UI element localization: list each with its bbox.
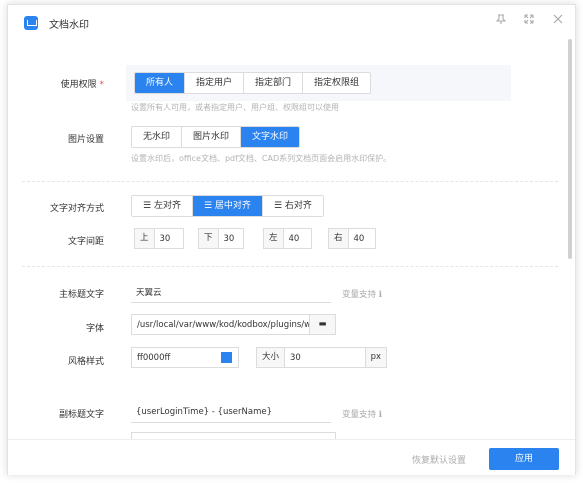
font-field[interactable]: /usr/local/var/www/kod/kodbox/plugins/wa… <box>131 314 336 335</box>
info-icon: ℹ <box>378 410 382 420</box>
align-left-option[interactable]: ☰ 左对齐 <box>132 196 193 216</box>
margin-top-field[interactable]: 上 30 <box>134 228 184 249</box>
main-title-input[interactable]: 天翼云 <box>131 282 331 303</box>
align-left-icon: ☰ <box>143 201 152 211</box>
align-right-option[interactable]: ☰ 右对齐 <box>262 196 323 216</box>
sub-title-variable-link[interactable]: 变量支持 ℹ <box>342 408 382 420</box>
sub-title-input[interactable]: {userLoginTime} - {userName} <box>131 402 331 423</box>
scrollbar[interactable] <box>568 39 572 259</box>
main-title-label: 主标题文字 <box>58 290 104 300</box>
main-title-variable-link[interactable]: 变量支持 ℹ <box>342 288 382 300</box>
image-option-none[interactable]: 无水印 <box>132 127 183 147</box>
align-center-option[interactable]: ☰ 居中对齐 <box>192 196 263 216</box>
watermark-dialog: 文档水印 使用权限 * 所有人 指定用户 指定部门 指定权限组 设置所有人可用，… <box>7 4 576 475</box>
folder-icon[interactable]: ▬ <box>309 315 335 334</box>
pin-icon[interactable] <box>494 12 508 26</box>
size-field[interactable]: 大小 30 px <box>256 347 387 368</box>
margin-left-field[interactable]: 左 40 <box>263 228 312 249</box>
image-setting-segment: 无水印 图片水印 文字水印 <box>131 126 301 148</box>
image-option-image[interactable]: 图片水印 <box>182 127 242 147</box>
margin-bottom-field[interactable]: 下 30 <box>198 228 244 249</box>
restore-defaults-button[interactable]: 恢复默认设置 <box>412 453 466 466</box>
color-swatch[interactable] <box>221 352 232 363</box>
permission-option-groups[interactable]: 指定权限组 <box>303 73 371 93</box>
style-label: 风格样式 <box>67 357 104 367</box>
section-divider <box>22 181 558 182</box>
text-align-label: 文字对齐方式 <box>49 204 104 214</box>
next-field-partial[interactable] <box>131 432 336 439</box>
text-margin-label: 文字间距 <box>67 237 104 247</box>
image-setting-hint: 设置水印后，office文档、pdf文档、CAD系列文档页面会启用水印保护。 <box>131 154 392 163</box>
section-divider-2 <box>22 266 558 267</box>
image-option-text[interactable]: 文字水印 <box>241 127 300 147</box>
color-field[interactable]: ff0000ff <box>131 347 239 368</box>
permission-option-users[interactable]: 指定用户 <box>185 73 245 93</box>
maximize-icon[interactable] <box>522 12 536 26</box>
align-center-icon: ☰ <box>203 201 213 211</box>
permission-label: 使用权限 * <box>60 80 104 90</box>
image-setting-label: 图片设置 <box>67 135 104 145</box>
text-align-segment: ☰ 左对齐 ☰ 居中对齐 ☰ 右对齐 <box>131 195 324 217</box>
close-icon[interactable] <box>551 12 565 26</box>
font-label: 字体 <box>85 324 104 334</box>
permission-hint: 设置所有人可用，或者指定用户、用户组、权限组可以使用 <box>131 103 339 112</box>
margin-right-field[interactable]: 右 40 <box>328 228 376 249</box>
info-icon: ℹ <box>378 290 382 300</box>
window-title: 文档水印 <box>49 20 89 31</box>
permission-option-departments[interactable]: 指定部门 <box>244 73 304 93</box>
dialog-footer: 恢复默认设置 应用 <box>8 439 575 475</box>
sub-title-label: 副标题文字 <box>58 410 104 420</box>
title-bar: 文档水印 <box>8 5 575 39</box>
settings-content: 使用权限 * 所有人 指定用户 指定部门 指定权限组 设置所有人可用，或者指定用… <box>8 39 575 439</box>
apply-button[interactable]: 应用 <box>489 448 559 470</box>
permission-segment: 所有人 指定用户 指定部门 指定权限组 <box>134 72 372 94</box>
permission-option-all[interactable]: 所有人 <box>135 73 186 93</box>
align-right-icon: ☰ <box>273 201 283 211</box>
app-icon <box>24 16 38 30</box>
